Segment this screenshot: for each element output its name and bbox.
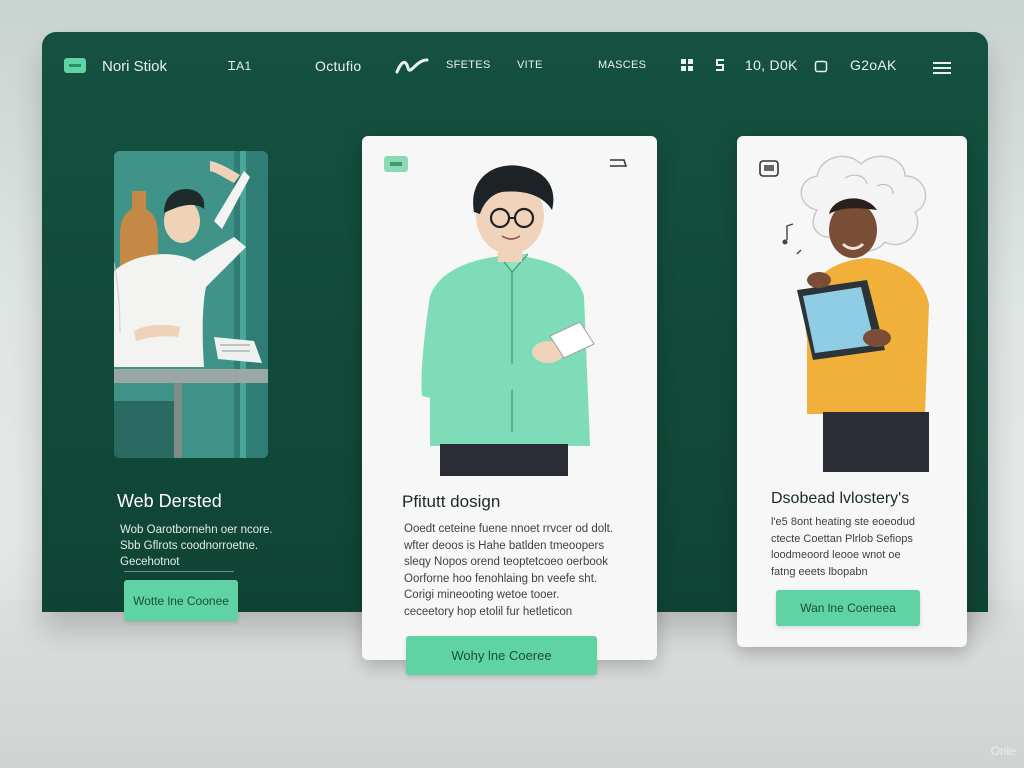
left-card-title: Web Dersted (117, 491, 222, 511)
nav-item-6[interactable]: 10, D0K (745, 57, 798, 73)
nav-item-5[interactable]: MASCES (598, 59, 646, 71)
left-card-illustration (114, 151, 268, 458)
brand-name[interactable]: Nori Stiok (102, 58, 167, 75)
grid-icon[interactable] (680, 58, 694, 72)
right-card-body: l'e5 8ont heating ste eoeodud ctecte Coe… (771, 516, 915, 578)
nav-item-1[interactable]: ᏆA1 (228, 59, 251, 74)
nav-item-3[interactable]: SFETES (446, 59, 491, 71)
right-card-button[interactable]: Wan lne Coeneea (776, 590, 920, 626)
squiggle-mark-icon (395, 58, 429, 74)
left-card-button[interactable]: Wotte lne Coonee (124, 580, 238, 621)
square-icon[interactable] (814, 60, 828, 73)
left-card-body: Wob Oarotbornehn oer ncore. Sbb Gflrots … (120, 524, 273, 568)
center-card-body: Ooedt ceteine fuene nnoet rrvcer od dolt… (404, 523, 614, 618)
left-card-divider (124, 571, 234, 572)
center-card-title: Pfitutt dosign (402, 492, 501, 511)
watermark: Orile (990, 744, 1016, 758)
nav-item-4[interactable]: VITE (517, 59, 543, 71)
right-card: Dsobead lvlostery's l'e5 8ont heating st… (737, 136, 967, 647)
top-navigation: Nori Stiok ᏆA1 Octufio SFETES VITE MASCE… (42, 32, 988, 102)
center-card-illustration (421, 165, 595, 476)
right-card-title: Dsobead lvlostery's (771, 490, 910, 507)
s-icon[interactable] (714, 58, 726, 72)
logo-badge-icon[interactable] (64, 58, 86, 73)
center-card: Pfitutt dosign Ooedt ceteine fuene nnoet… (362, 136, 657, 660)
nav-item-7[interactable]: G2oAK (850, 57, 897, 73)
nav-item-2[interactable]: Octufio (315, 58, 361, 74)
hamburger-menu-icon[interactable] (932, 61, 952, 75)
center-card-button[interactable]: Wohy lne Coeree (406, 636, 597, 675)
right-card-illustration (782, 155, 929, 472)
